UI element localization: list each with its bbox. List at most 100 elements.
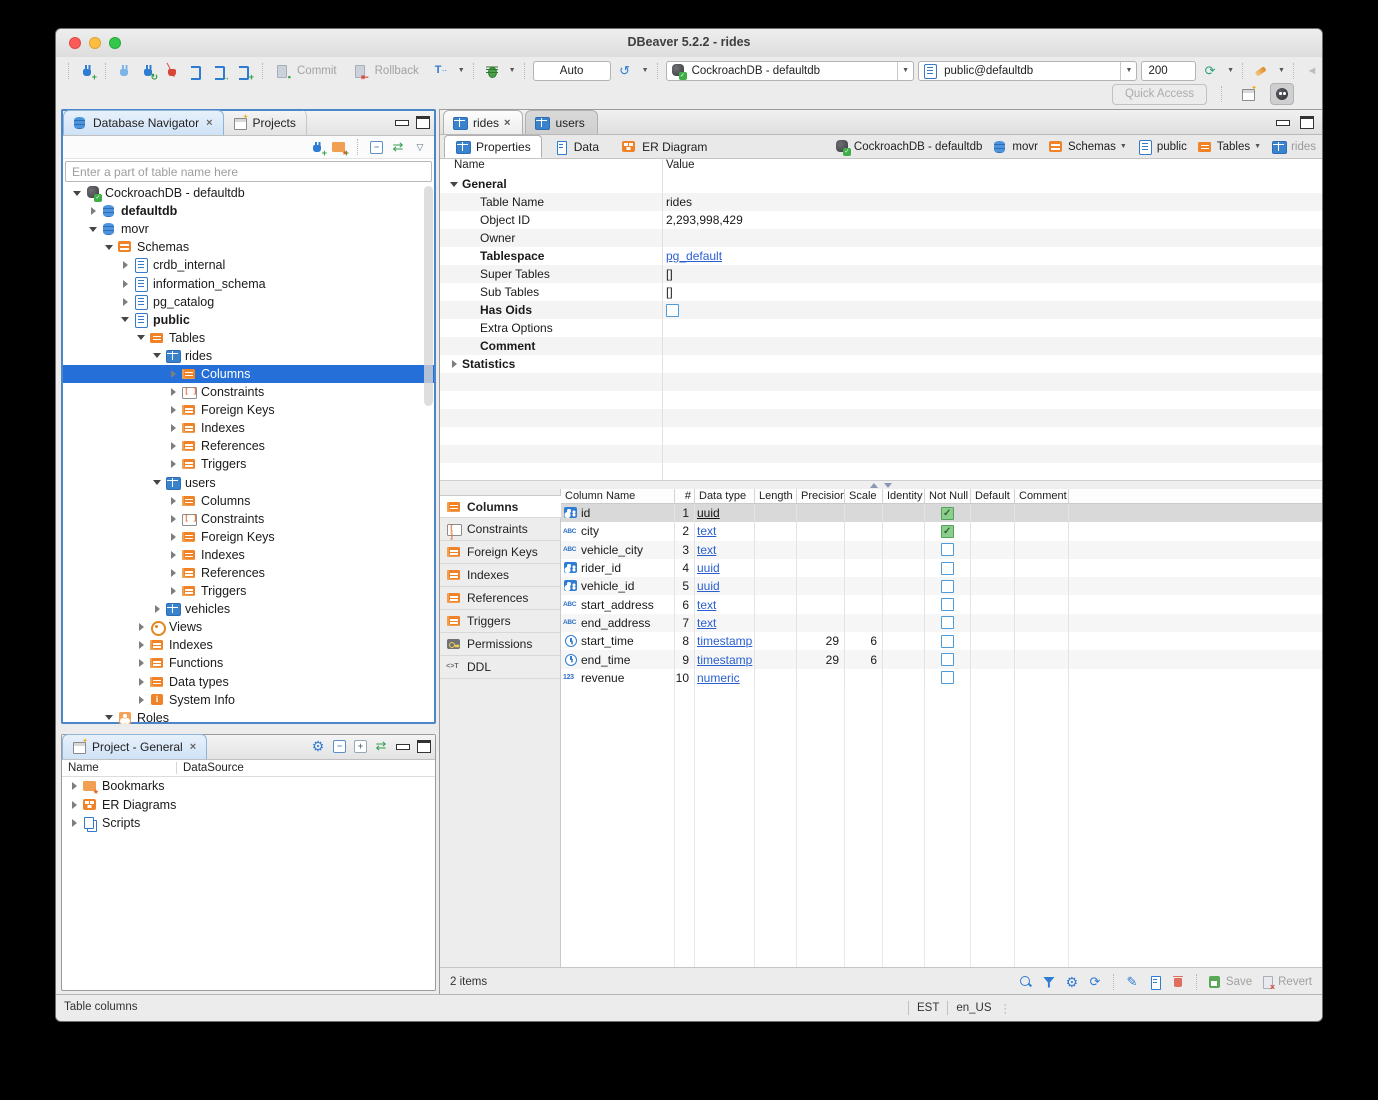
- twistie-icon[interactable]: [171, 497, 176, 505]
- grid-row-vehicle-id[interactable]: vehicle_id5uuid: [561, 577, 1322, 595]
- twistie-icon[interactable]: [139, 659, 144, 667]
- grid-cell-not-null[interactable]: [925, 577, 971, 595]
- grid-row-start-time[interactable]: start_time8timestamp296: [561, 632, 1322, 650]
- grid-cell-precision[interactable]: [797, 577, 845, 595]
- tree-item-indexes[interactable]: Indexes: [63, 419, 434, 437]
- tree-item-references[interactable]: References: [63, 437, 434, 455]
- grid-cell-not-null[interactable]: [925, 614, 971, 632]
- grid-header-comment[interactable]: Comment: [1015, 489, 1069, 503]
- timezone-indicator[interactable]: EST: [917, 1002, 939, 1014]
- property-row-tablespace[interactable]: Tablespacepg_default: [440, 247, 1322, 265]
- minimize-view-icon[interactable]: [394, 738, 410, 754]
- grid-cell-precision[interactable]: [797, 559, 845, 577]
- tree-item-roles[interactable]: Roles: [63, 709, 434, 725]
- grid-cell-comment[interactable]: [1015, 559, 1069, 577]
- tab-projects[interactable]: Projects: [224, 110, 307, 135]
- datatype-link[interactable]: text: [697, 616, 716, 630]
- property-row-super-tables[interactable]: Super Tables[]: [440, 265, 1322, 283]
- grid-cell-datatype[interactable]: numeric: [695, 669, 755, 687]
- property-value[interactable]: 2,293,998,429: [662, 213, 743, 227]
- spray-caret[interactable]: ▼: [1278, 67, 1285, 74]
- grid-cell-ordinal[interactable]: 7: [675, 614, 695, 632]
- grid-cell-default[interactable]: [971, 669, 1015, 687]
- grid-cell-datatype[interactable]: uuid: [695, 504, 755, 522]
- tree-item-tables[interactable]: Tables: [63, 329, 434, 347]
- twistie-icon[interactable]: [91, 207, 96, 215]
- minimize-view-icon[interactable]: [393, 114, 409, 130]
- has-oids-checkbox[interactable]: [666, 304, 679, 317]
- not-null-checkbox[interactable]: [941, 653, 954, 666]
- grid-cell-length[interactable]: [755, 650, 797, 668]
- grid-cell-identity[interactable]: [883, 541, 925, 559]
- grid-cell-identity[interactable]: [883, 559, 925, 577]
- refresh-caret[interactable]: ▼: [1227, 67, 1234, 74]
- grid-cell-ordinal[interactable]: 1: [675, 504, 695, 522]
- grid-cell-ordinal[interactable]: 4: [675, 559, 695, 577]
- minimize-editor-icon[interactable]: [1274, 114, 1290, 130]
- edit-icon[interactable]: [1124, 974, 1140, 990]
- grid-cell-name[interactable]: id: [561, 504, 675, 522]
- grid-row-end-address[interactable]: end_address7text: [561, 614, 1322, 632]
- grid-cell-datatype[interactable]: uuid: [695, 559, 755, 577]
- twistie-icon[interactable]: [171, 533, 176, 541]
- tree-item-cockroachdb-defaultdb[interactable]: CockroachDB - defaultdb: [63, 184, 434, 202]
- grid-cell-identity[interactable]: [883, 632, 925, 650]
- grid-cell-identity[interactable]: [883, 650, 925, 668]
- grid-cell-length[interactable]: [755, 541, 797, 559]
- datatype-link[interactable]: numeric: [697, 671, 740, 685]
- connection-combo-caret[interactable]: ▼: [897, 62, 913, 80]
- grid-cell-ordinal[interactable]: 6: [675, 595, 695, 613]
- twistie-icon[interactable]: [121, 317, 129, 322]
- tree-item-views[interactable]: Views: [63, 618, 434, 636]
- twistie-icon[interactable]: [139, 641, 144, 649]
- grid-cell-precision[interactable]: [797, 614, 845, 632]
- grid-cell-name[interactable]: revenue: [561, 669, 675, 687]
- revert-button[interactable]: Revert: [1259, 974, 1312, 990]
- link-with-editor-icon[interactable]: [373, 738, 389, 754]
- grid-cell-precision[interactable]: [797, 541, 845, 559]
- twistie-icon[interactable]: [171, 406, 176, 414]
- grid-row-revenue[interactable]: revenue10numeric: [561, 669, 1322, 687]
- tree-item-system-info[interactable]: System Info: [63, 691, 434, 709]
- tree-item-indexes[interactable]: Indexes: [63, 546, 434, 564]
- tree-item-columns[interactable]: Columns: [63, 492, 434, 510]
- not-null-checkbox[interactable]: [941, 635, 954, 648]
- breadcrumb-item-public[interactable]: public: [1137, 139, 1187, 155]
- maximize-view-icon[interactable]: [414, 114, 430, 130]
- tree-item-crdb-internal[interactable]: crdb_internal: [63, 256, 434, 274]
- grid-row-end-time[interactable]: end_time9timestamp296: [561, 650, 1322, 668]
- grid-cell-comment[interactable]: [1015, 522, 1069, 540]
- rollback-button[interactable]: ⇤: [349, 61, 369, 81]
- side-tab-references[interactable]: References: [440, 587, 560, 610]
- grid-cell-scale[interactable]: [845, 577, 883, 595]
- twistie-icon[interactable]: [105, 245, 113, 250]
- grid-cell-ordinal[interactable]: 5: [675, 577, 695, 595]
- grid-cell-name[interactable]: rider_id: [561, 559, 675, 577]
- grid-cell-comment[interactable]: [1015, 614, 1069, 632]
- close-icon[interactable]: ×: [190, 741, 196, 753]
- open-sql-script-button[interactable]: →: [210, 61, 230, 81]
- grid-header-precision[interactable]: Precision: [797, 489, 845, 503]
- property-row-object-id[interactable]: Object ID2,293,998,429: [440, 211, 1322, 229]
- side-tab-constraints[interactable]: Constraints: [440, 518, 560, 541]
- grid-cell-length[interactable]: [755, 669, 797, 687]
- commit-mode-combo[interactable]: Auto: [533, 61, 611, 81]
- grid-cell-length[interactable]: [755, 577, 797, 595]
- not-null-checkbox[interactable]: [941, 580, 954, 593]
- transaction-mode-caret[interactable]: ▼: [458, 67, 465, 74]
- reconnect-button[interactable]: ↻: [138, 61, 158, 81]
- twistie-icon[interactable]: [139, 623, 144, 631]
- grid-row-vehicle-city[interactable]: vehicle_city3text: [561, 541, 1322, 559]
- grid-cell-not-null[interactable]: [925, 559, 971, 577]
- breadcrumb-item-movr[interactable]: movr: [992, 139, 1038, 155]
- grid-cell-comment[interactable]: [1015, 577, 1069, 595]
- twistie-icon[interactable]: [139, 678, 144, 686]
- grid-cell-datatype[interactable]: timestamp: [695, 632, 755, 650]
- tab-data[interactable]: Data: [542, 135, 610, 158]
- twistie-icon[interactable]: [72, 819, 77, 827]
- grid-cell-precision[interactable]: [797, 595, 845, 613]
- twistie-icon[interactable]: [105, 715, 113, 720]
- tree-item-pg-catalog[interactable]: pg_catalog: [63, 293, 434, 311]
- grid-cell-not-null[interactable]: [925, 522, 971, 540]
- tree-item-users[interactable]: users: [63, 474, 434, 492]
